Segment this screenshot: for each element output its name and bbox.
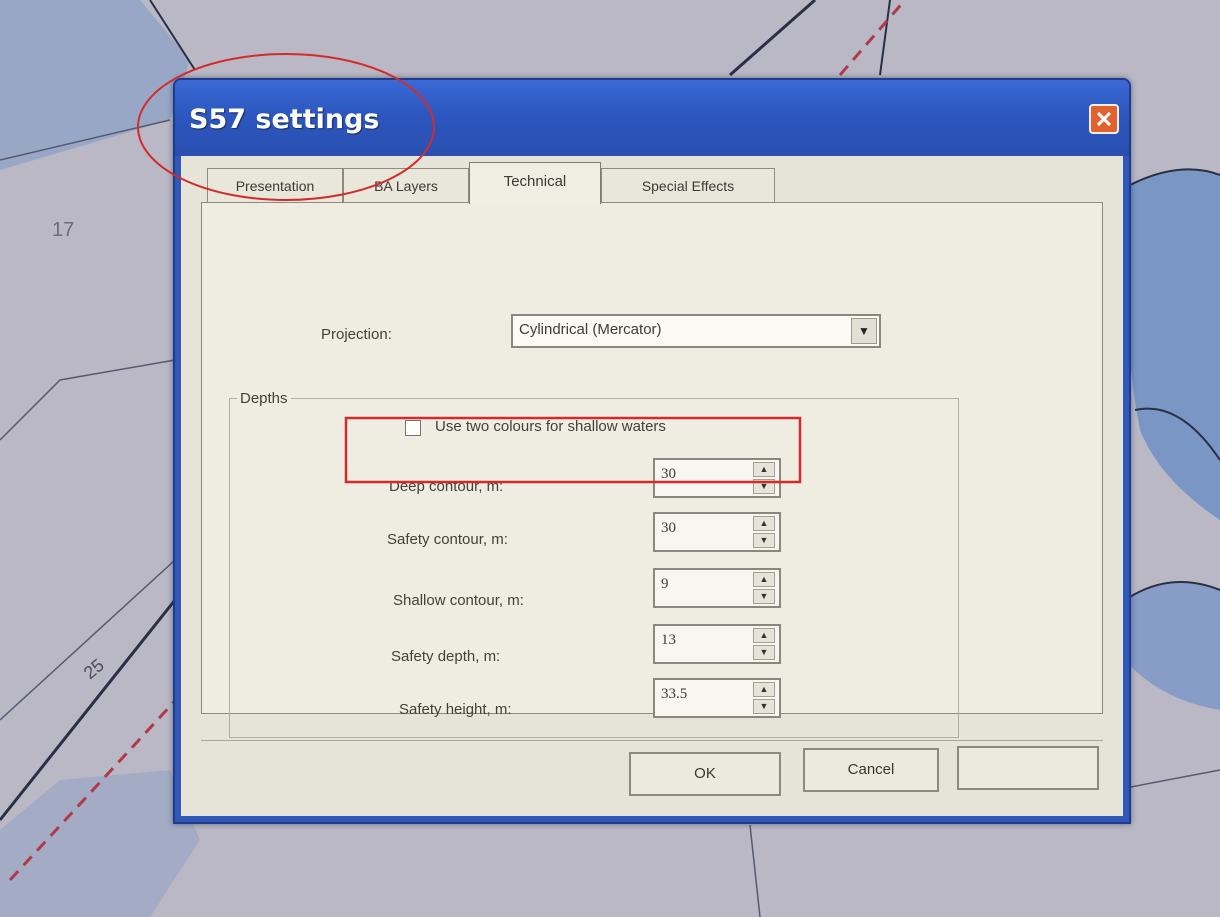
projection-value: Cylindrical (Mercator) <box>519 321 662 338</box>
shallow-colours-checkbox[interactable] <box>405 420 421 436</box>
safety-height-label: Safety height, m: <box>399 701 512 718</box>
shallow-contour-label: Shallow contour, m: <box>393 592 524 609</box>
cancel-button[interactable]: Cancel <box>803 748 939 792</box>
safety-depth-spinner[interactable]: 13 ▲ ▼ <box>653 624 781 664</box>
chart-sounding-label: 17 <box>52 219 74 241</box>
projection-label: Projection: <box>321 326 392 343</box>
ok-button[interactable]: OK <box>629 752 781 796</box>
deep-contour-label: Deep contour, m: <box>389 478 504 495</box>
spin-down-icon[interactable]: ▼ <box>753 645 775 660</box>
button-separator <box>201 740 1103 741</box>
shallow-colours-label: Use two colours for shallow waters <box>435 418 666 435</box>
spin-down-icon[interactable]: ▼ <box>753 699 775 714</box>
dialog-client-area: Presentation BA Layers Technical Special… <box>181 156 1123 816</box>
safety-contour-value: 30 <box>661 520 676 536</box>
spin-down-icon[interactable]: ▼ <box>753 479 775 494</box>
dialog-button[interactable] <box>957 746 1099 790</box>
spin-up-icon[interactable]: ▲ <box>753 682 775 697</box>
spin-down-icon[interactable]: ▼ <box>753 533 775 548</box>
tab-technical[interactable]: Technical <box>469 162 601 204</box>
spin-up-icon[interactable]: ▲ <box>753 572 775 587</box>
projection-select[interactable]: Cylindrical (Mercator) ▼ <box>511 314 881 348</box>
safety-height-spinner[interactable]: 33.5 ▲ ▼ <box>653 678 781 718</box>
close-icon[interactable]: ✕ <box>1089 104 1119 134</box>
tab-ba-layers[interactable]: BA Layers <box>343 168 469 202</box>
dialog-title: S57 settings <box>189 104 380 135</box>
shallow-contour-value: 9 <box>661 576 669 592</box>
shallow-contour-spinner[interactable]: 9 ▲ ▼ <box>653 568 781 608</box>
spin-up-icon[interactable]: ▲ <box>753 462 775 477</box>
chevron-down-icon[interactable]: ▼ <box>851 318 877 344</box>
safety-contour-spinner[interactable]: 30 ▲ ▼ <box>653 512 781 552</box>
safety-contour-label: Safety contour, m: <box>387 531 508 548</box>
spin-down-icon[interactable]: ▼ <box>753 589 775 604</box>
deep-contour-spinner[interactable]: 30 ▲ ▼ <box>653 458 781 498</box>
s57-settings-dialog: S57 settings ✕ Presentation BA Layers Te… <box>173 78 1131 824</box>
safety-depth-label: Safety depth, m: <box>391 648 501 665</box>
safety-depth-value: 13 <box>661 632 676 648</box>
spin-up-icon[interactable]: ▲ <box>753 516 775 531</box>
spin-up-icon[interactable]: ▲ <box>753 628 775 643</box>
tab-special-effects[interactable]: Special Effects <box>601 168 775 202</box>
deep-contour-value: 30 <box>661 466 676 482</box>
safety-height-value: 33.5 <box>661 686 688 702</box>
tab-presentation[interactable]: Presentation <box>207 168 343 202</box>
depths-group-label: Depths <box>237 390 291 407</box>
dialog-titlebar[interactable]: S57 settings ✕ <box>175 80 1129 156</box>
depths-group <box>229 398 959 738</box>
